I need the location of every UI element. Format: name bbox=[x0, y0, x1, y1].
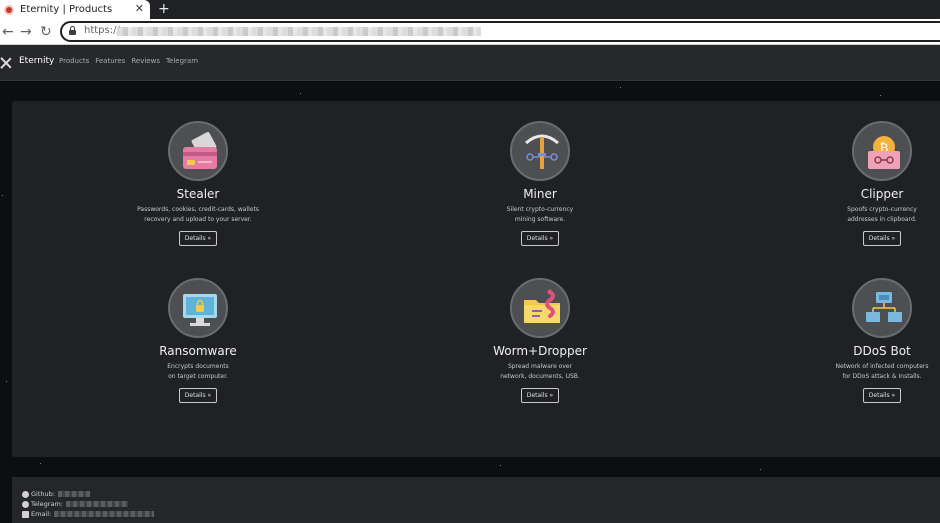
product-description-line: Network of infected computers bbox=[835, 363, 929, 370]
product-description: Network of infected computers for DDoS a… bbox=[812, 362, 940, 382]
redacted-email bbox=[54, 511, 155, 517]
address-bar: ← → ↻ https:// bbox=[0, 19, 940, 45]
product-description-line: Silent crypto-currency bbox=[506, 206, 574, 213]
nav-link-reviews[interactable]: Reviews bbox=[131, 57, 160, 65]
back-button[interactable]: ← bbox=[2, 23, 14, 41]
redacted-github bbox=[57, 491, 90, 497]
product-name: DDoS Bot bbox=[853, 344, 911, 358]
forward-button[interactable]: → bbox=[20, 23, 32, 41]
email-label: Email: bbox=[31, 510, 52, 518]
product-description-line: on target computer. bbox=[168, 373, 228, 380]
product-name: Clipper bbox=[860, 187, 904, 201]
product-description: Spread malware over network, documents, … bbox=[470, 362, 610, 382]
product-description-line: Spoofs crypto-currency bbox=[847, 206, 917, 213]
product-card-clipper: ₿ Clipper Spoofs crypto-currency address… bbox=[812, 121, 940, 246]
product-description: Passwords, cookies, credit-cards, wallet… bbox=[128, 205, 268, 225]
network-computers-icon bbox=[852, 278, 912, 338]
product-name: Miner bbox=[523, 187, 557, 201]
browser-tab[interactable]: Eternity | Products ✕ bbox=[0, 0, 150, 19]
credit-card-icon bbox=[168, 121, 228, 181]
product-card-stealer: Stealer Passwords, cookies, credit-cards… bbox=[128, 121, 268, 246]
product-description-line: network, documents, USB. bbox=[500, 373, 580, 380]
url-input[interactable]: https:// bbox=[60, 21, 940, 42]
contact-email: Email: bbox=[22, 509, 155, 519]
details-button-stealer[interactable]: Details » bbox=[178, 231, 218, 246]
locked-monitor-icon bbox=[168, 278, 228, 338]
details-button-ransomware[interactable]: Details » bbox=[178, 388, 218, 403]
worm-folder-icon bbox=[510, 278, 570, 338]
product-description: Spoofs crypto-currency addresses in clip… bbox=[812, 205, 940, 225]
product-card-ddos-bot: DDoS Bot Network of infected computers f… bbox=[812, 278, 940, 403]
page-footer: Github: Telegram: Email: bbox=[12, 477, 940, 523]
product-description-line: for DDoS attack & Installs. bbox=[842, 373, 922, 380]
products-panel: Stealer Passwords, cookies, credit-cards… bbox=[12, 101, 940, 457]
brand-name[interactable]: Eternity bbox=[19, 56, 54, 66]
product-description-line: mining software. bbox=[514, 216, 566, 223]
pickaxe-icon bbox=[510, 121, 570, 181]
details-button-ddos-bot[interactable]: Details » bbox=[862, 388, 902, 403]
email-icon bbox=[22, 510, 29, 518]
product-description: Encrypts documents on target computer. bbox=[128, 362, 268, 382]
details-button-worm-dropper[interactable]: Details » bbox=[520, 388, 560, 403]
product-description-line: Passwords, cookies, credit-cards, wallet… bbox=[137, 206, 259, 213]
telegram-icon bbox=[22, 500, 29, 508]
url-text: https:// bbox=[84, 25, 120, 36]
nav-link-features[interactable]: Features bbox=[95, 57, 125, 65]
nav-link-telegram[interactable]: Telegram bbox=[166, 57, 198, 65]
contact-telegram: Telegram: bbox=[22, 499, 154, 509]
github-label: Github: bbox=[31, 490, 55, 498]
details-button-clipper[interactable]: Details » bbox=[862, 231, 902, 246]
product-description-line: recovery and upload to your server. bbox=[144, 216, 252, 223]
telegram-label: Telegram: bbox=[31, 500, 63, 508]
contact-info: Github: Telegram: Email: bbox=[22, 489, 155, 519]
product-card-miner: Miner Silent crypto-currency mining soft… bbox=[470, 121, 610, 246]
contact-github: Github: bbox=[22, 489, 154, 499]
nav-links: Products Features Reviews Telegram bbox=[59, 57, 198, 65]
brand-logo-icon bbox=[0, 57, 12, 69]
redacted-url bbox=[117, 27, 481, 36]
product-name: Stealer bbox=[176, 187, 220, 201]
product-description-line: Spread malware over bbox=[507, 363, 573, 370]
product-card-worm-dropper: Worm+Dropper Spread malware over network… bbox=[470, 278, 610, 403]
tab-title: Eternity | Products bbox=[20, 4, 113, 15]
site-navbar: Eternity Products Features Reviews Teleg… bbox=[0, 45, 940, 81]
lock-icon bbox=[69, 26, 76, 35]
details-button-miner[interactable]: Details » bbox=[520, 231, 560, 246]
reload-button[interactable]: ↻ bbox=[40, 23, 52, 41]
product-description-line: Encrypts documents bbox=[167, 363, 229, 370]
product-name: Ransomware bbox=[159, 344, 237, 358]
redacted-telegram bbox=[65, 501, 128, 507]
product-description: Silent crypto-currency mining software. bbox=[470, 205, 610, 225]
site-favicon-icon bbox=[4, 4, 14, 15]
bitcoin-chip-icon: ₿ bbox=[852, 121, 912, 181]
github-icon bbox=[22, 490, 29, 498]
browser-tab-bar: Eternity | Products ✕ + bbox=[0, 0, 940, 19]
nav-link-products[interactable]: Products bbox=[59, 57, 89, 65]
product-card-ransomware: Ransomware Encrypts documents on target … bbox=[128, 278, 268, 403]
product-name: Worm+Dropper bbox=[493, 344, 587, 358]
new-tab-button[interactable]: + bbox=[158, 0, 170, 18]
product-description-line: addresses in clipboard. bbox=[847, 216, 917, 223]
tab-close-icon[interactable]: ✕ bbox=[135, 2, 144, 15]
